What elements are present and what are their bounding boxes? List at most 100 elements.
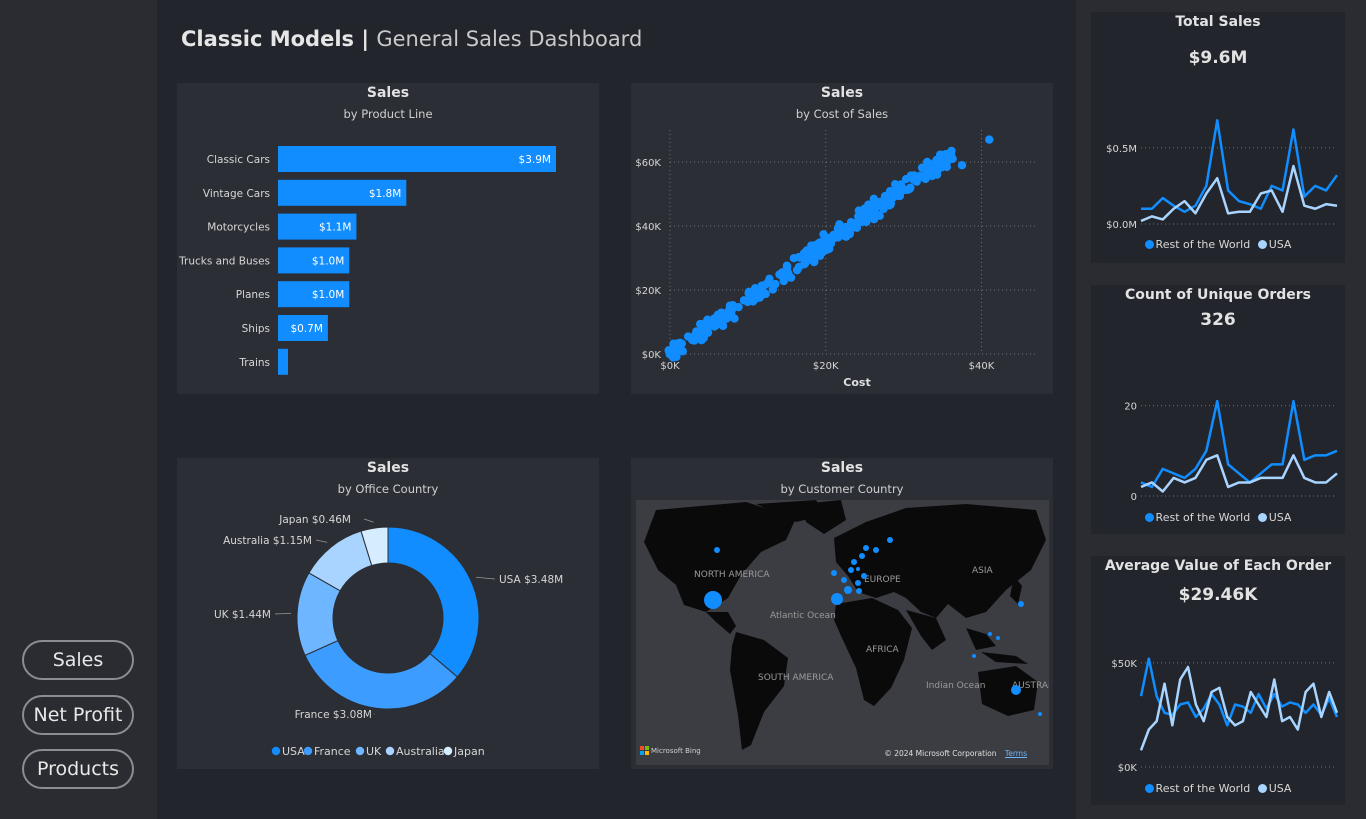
kpi-orders-legend: Rest of the World USA <box>1091 511 1345 524</box>
scatter-point[interactable] <box>709 314 719 323</box>
scatter-point[interactable] <box>880 191 890 201</box>
legend-label: France <box>314 745 351 758</box>
cost-scatter-card[interactable]: Sales by Cost of Sales $0K $20K $40K $60K $0… <box>631 83 1053 394</box>
donut-label: France $3.08M <box>295 709 372 721</box>
customer-country-title: Sales <box>820 460 864 476</box>
trend-line[interactable] <box>1141 119 1339 214</box>
kpi-total-sales-card[interactable]: Total Sales $9.6M $0.5M $0.0M Rest of the… <box>1091 12 1345 263</box>
bar-value-label: $0.7M <box>290 323 322 335</box>
bubble-hong-kong <box>988 632 992 636</box>
y-tick-label: $60K <box>635 158 661 169</box>
scatter-point[interactable] <box>720 309 730 319</box>
donut-legend: USA France UK Australia Japan <box>271 745 485 758</box>
orders-trend-chart: 20 0 <box>1124 399 1338 503</box>
nav-products-button[interactable]: Products <box>22 749 134 789</box>
donut-leader-line <box>274 613 292 615</box>
kpi-orders-card[interactable]: Count of Unique Orders 326 20 0 Rest of t… <box>1091 285 1345 534</box>
bubble-italy <box>856 588 862 594</box>
scatter-point[interactable] <box>905 184 914 193</box>
bubble-norway <box>863 545 869 551</box>
label-north-america: NORTH AMERICA <box>694 570 770 580</box>
scatter-point[interactable] <box>794 252 804 262</box>
scatter-point[interactable] <box>841 232 851 241</box>
scatter-point[interactable] <box>912 173 922 182</box>
scatter-point[interactable] <box>783 272 793 281</box>
label-indian-ocean: Indian Ocean <box>926 681 985 691</box>
page-title: Classic Models | General Sales Dashboard <box>181 27 642 51</box>
y-tick-label: $0.0M <box>1106 220 1137 231</box>
donut-leader-line <box>363 518 374 523</box>
scatter-points <box>664 135 994 362</box>
scatter-point[interactable] <box>819 230 828 239</box>
legend-label: Japan <box>453 745 485 758</box>
legend-dot <box>443 746 453 756</box>
scatter-point[interactable] <box>985 135 994 144</box>
bar-value-label: $1.8M <box>369 188 401 200</box>
scatter-point[interactable] <box>948 154 957 163</box>
scatter-point[interactable] <box>957 161 967 170</box>
legend-rest-label: Rest of the World <box>1155 238 1251 251</box>
scatter-point[interactable] <box>812 240 821 249</box>
legend-label: USA <box>282 745 305 758</box>
legend-usa-label: USA <box>1268 238 1292 251</box>
page-title-bold: Classic Models <box>181 27 355 51</box>
legend-label: UK <box>366 745 382 758</box>
legend-dot-rest <box>1144 513 1154 522</box>
scatter-point[interactable] <box>852 221 862 230</box>
scatter-point[interactable] <box>757 281 766 290</box>
kpi-total-sales-legend: Rest of the World USA <box>1091 238 1345 251</box>
legend-dot-usa <box>1257 784 1267 793</box>
scatter-point[interactable] <box>864 200 873 209</box>
bar-category-label: Trucks and Buses <box>178 255 270 267</box>
trend-line[interactable] <box>1139 665 1339 751</box>
scatter-point[interactable] <box>833 224 843 233</box>
y-tick-label: $40K <box>635 222 661 233</box>
bubble-netherlands <box>856 567 860 571</box>
bubble-austria <box>861 573 867 579</box>
map-terms-link[interactable]: Terms <box>1005 749 1027 758</box>
donut-slice[interactable] <box>387 526 480 678</box>
scatter-point[interactable] <box>822 245 831 255</box>
trend-line[interactable] <box>1140 399 1338 489</box>
scatter-point[interactable] <box>892 186 901 196</box>
scatter-point[interactable] <box>782 262 792 271</box>
microsoft-logo-icon <box>640 746 649 755</box>
scatter-point[interactable] <box>683 332 693 341</box>
scatter-point[interactable] <box>794 262 804 272</box>
bar-category-label: Motorcycles <box>207 222 270 234</box>
scatter-point[interactable] <box>855 210 865 220</box>
bubble-switzerland <box>855 580 861 586</box>
product-line-card[interactable]: Sales by Product Line Classic Cars $3.9M V… <box>177 83 599 394</box>
scatter-point[interactable] <box>703 328 713 337</box>
bubble-spain <box>831 593 843 605</box>
scatter-point[interactable] <box>923 157 932 167</box>
bubble-uk <box>841 577 847 583</box>
customer-country-map[interactable]: NORTH AMERICA EUROPE ASIA Atlantic Ocean… <box>636 500 1049 765</box>
y-tick-label: $0K <box>1118 763 1138 774</box>
y-tick-label: 20 <box>1124 402 1137 413</box>
title-separator: | <box>354 27 377 51</box>
bar[interactable] <box>278 146 556 172</box>
legend-rest-label: Rest of the World <box>1155 511 1251 524</box>
scatter-point[interactable] <box>871 203 881 212</box>
scatter-point[interactable] <box>933 166 942 175</box>
kpi-avg-order-card[interactable]: Average Value of Each Order $29.46K $50K… <box>1091 556 1345 805</box>
scatter-point[interactable] <box>751 294 761 303</box>
scatter-point[interactable] <box>934 156 943 166</box>
avg-order-trend-chart: $50K $0K <box>1111 657 1339 774</box>
scatter-point[interactable] <box>675 344 684 353</box>
map-attribution: © 2024 Microsoft Corporation Terms <box>884 749 1027 758</box>
label-europe: EUROPE <box>864 575 901 585</box>
bubble-usa <box>704 591 722 609</box>
scatter-point[interactable] <box>692 333 701 342</box>
nav-sales-button[interactable]: Sales <box>22 640 134 680</box>
legend-dot <box>271 746 281 756</box>
scatter-point[interactable] <box>875 211 884 220</box>
bar[interactable] <box>278 348 288 375</box>
scatter-point[interactable] <box>802 246 812 255</box>
bubble-canada <box>714 547 720 553</box>
office-country-card[interactable]: Sales by Office Country USA $3.48M France… <box>177 458 599 769</box>
bubble-belgium <box>848 567 854 573</box>
nav-net-profit-button[interactable]: Net Profit <box>22 695 134 735</box>
office-country-chart: USA $3.48M France $3.08M UK $1.44M Australi… <box>214 514 563 758</box>
